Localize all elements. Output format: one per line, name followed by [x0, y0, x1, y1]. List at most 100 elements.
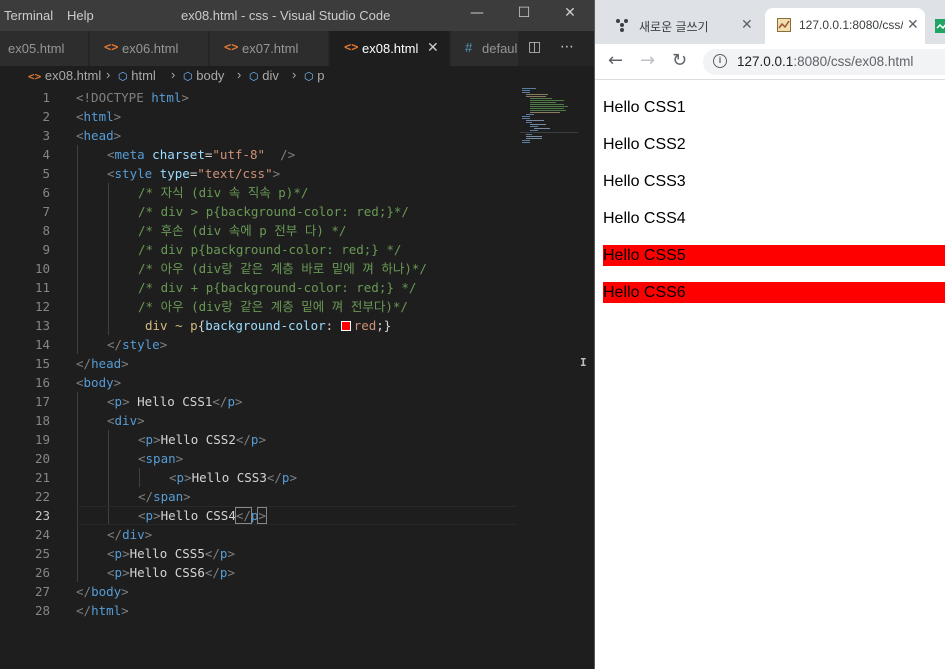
minimize-button[interactable]: —	[466, 5, 488, 25]
symbol-icon: ⬡	[304, 71, 314, 83]
breadcrumb-label: ex08.html	[44, 68, 102, 83]
chevron-right-icon: ›	[292, 67, 297, 82]
breadcrumb-file[interactable]: <> ex08.html	[28, 68, 101, 83]
site-favicon-icon	[615, 18, 629, 32]
breadcrumb-body[interactable]: ⬡ body	[183, 68, 224, 83]
code-line: 13 div ~ p{background-color: red;}	[0, 316, 520, 335]
browser-tab-label: 127.0.0.1:8080/css/	[799, 18, 903, 32]
line-number: 14	[34, 337, 50, 352]
code-line-current: 23 <p>Hello CSS4</p>	[0, 506, 520, 525]
tab-ex08[interactable]: <> ex08.html ✕	[330, 31, 450, 66]
back-arrow-icon[interactable]: ←	[608, 50, 623, 71]
line-number: 20	[34, 451, 50, 466]
window-title: ex08.html - css - Visual Studio Code	[181, 8, 391, 23]
more-actions-icon[interactable]: ⋯	[560, 39, 574, 55]
breadcrumb-div[interactable]: ⬡ div	[249, 68, 279, 83]
text-cursor-icon: I	[580, 356, 587, 369]
code-line: 6/* 자식 (div 속 직속 p)*/	[0, 183, 520, 202]
paragraph-css6-highlighted: Hello CSS6	[603, 282, 945, 303]
browser-tab-new-post[interactable]: 새로운 글쓰기 ✕	[603, 8, 763, 44]
breadcrumb-p[interactable]: ⬡ p	[304, 68, 324, 83]
editor-scrollbar[interactable]	[579, 88, 594, 669]
breadcrumb-html[interactable]: ⬡ html	[118, 68, 156, 83]
code-line: 24 </div>	[0, 525, 520, 544]
minimap[interactable]	[520, 88, 580, 148]
tab-label: ex07.html	[242, 41, 299, 56]
line-number: 1	[42, 90, 50, 105]
browser-tab-label: 새로운 글쓰기	[639, 20, 709, 34]
line-number: 26	[34, 565, 50, 580]
chevron-right-icon: ›	[237, 67, 242, 82]
tab-label: ex06.html	[122, 41, 179, 56]
css-hash-icon: #	[465, 40, 473, 55]
line-number: 8	[42, 223, 50, 238]
editor-tabbar: ex05.html <> ex06.html <> ex07.html <> e…	[0, 31, 594, 66]
url-text[interactable]: 127.0.0.1:8080/css/ex08.html	[737, 54, 913, 69]
line-number: 5	[42, 166, 50, 181]
line-number: 22	[34, 489, 50, 504]
tab-favicon-icon[interactable]	[935, 18, 945, 33]
line-number: 25	[34, 546, 50, 561]
code-line: 22 </span>	[0, 487, 520, 506]
code-line: 7/* div > p{background-color: red;}*/	[0, 202, 520, 221]
address-bar[interactable]: i 127.0.0.1:8080/css/ex08.html	[703, 49, 945, 75]
line-number: 18	[34, 413, 50, 428]
paragraph-css3: Hello CSS3	[603, 173, 686, 190]
tab-close-icon[interactable]: ✕	[907, 16, 919, 33]
browser-window: 새로운 글쓰기 ✕ 127.0.0.1:8080/css/ ✕ ← → ↻ i …	[594, 0, 945, 669]
code-line: 17 <p> Hello CSS1</p>	[0, 392, 520, 411]
split-editor-icon[interactable]: ◫	[528, 39, 541, 55]
code-line: 25 <p>Hello CSS5</p>	[0, 544, 520, 563]
line-number: 7	[42, 204, 50, 219]
line-number: 23	[34, 508, 50, 523]
menu-help[interactable]: Help	[67, 8, 94, 23]
code-line: 1 <!DOCTYPE html>	[0, 88, 520, 107]
breadcrumb: <> ex08.html › ⬡ html › ⬡ body › ⬡ div ›…	[0, 66, 594, 88]
menu-terminal[interactable]: Terminal	[4, 8, 53, 23]
tab-label: defaul	[482, 41, 518, 56]
code-line: 8/* 후손 (div 속에 p 전부 다) */	[0, 221, 520, 240]
symbol-icon: ⬡	[249, 71, 259, 83]
browser-tab-active[interactable]: 127.0.0.1:8080/css/ ✕	[765, 8, 925, 44]
close-button[interactable]: ✕	[559, 5, 581, 25]
line-number: 2	[42, 109, 50, 124]
chevron-right-icon: ›	[171, 67, 176, 82]
paragraph-css5-highlighted: Hello CSS5	[603, 245, 945, 266]
page-content: Hello CSS1 Hello CSS2 Hello CSS3 Hello C…	[595, 81, 945, 669]
forward-arrow-icon[interactable]: →	[640, 50, 655, 71]
tab-default-css[interactable]: # defaul	[451, 31, 519, 66]
line-number: 13	[34, 318, 50, 333]
line-number: 9	[42, 242, 50, 257]
code-line: 12/* 아우 (div랑 같은 계층 밑에 껴 전부다)*/	[0, 297, 520, 316]
color-swatch-icon[interactable]	[340, 321, 351, 331]
tab-label: ex08.html	[362, 41, 419, 56]
code-line: 10/* 아우 (div랑 같은 계층 바로 밑에 껴 하나)*/	[0, 259, 520, 278]
code-editor[interactable]: 1 <!DOCTYPE html> 2 <html> 3 <head> 4 <meta …	[0, 88, 520, 669]
tab-close-icon[interactable]: ✕	[741, 16, 753, 33]
code-line: 27 </body>	[0, 582, 520, 601]
line-number: 12	[34, 299, 50, 314]
line-number: 24	[34, 527, 50, 542]
tab-ex06[interactable]: <> ex06.html	[90, 31, 209, 66]
tab-close-icon[interactable]: ✕	[427, 39, 439, 56]
code-line: 14 </style>	[0, 335, 520, 354]
page-favicon-icon	[777, 18, 791, 32]
browser-tabbar: 새로운 글쓰기 ✕ 127.0.0.1:8080/css/ ✕	[595, 0, 945, 44]
symbol-icon: ⬡	[183, 71, 193, 83]
code-line: 16 <body>	[0, 373, 520, 392]
code-line: 21 <p>Hello CSS3</p>	[0, 468, 520, 487]
code-line: 28 </html>	[0, 601, 520, 620]
paragraph-css2: Hello CSS2	[603, 136, 686, 153]
line-number: 10	[34, 261, 50, 276]
code-line: 11/* div + p{background-color: red;} */	[0, 278, 520, 297]
url-host: 127.0.0.1	[737, 54, 794, 69]
info-icon[interactable]: i	[713, 54, 727, 68]
html-file-icon: <>	[104, 40, 119, 54]
reload-icon[interactable]: ↻	[672, 50, 687, 71]
line-number: 11	[34, 280, 50, 295]
maximize-button[interactable]: ☐	[513, 5, 535, 25]
tab-ex05[interactable]: ex05.html	[0, 31, 89, 66]
browser-toolbar: ← → ↻ i 127.0.0.1:8080/css/ex08.html	[595, 44, 945, 80]
html-file-icon: <>	[224, 40, 239, 54]
tab-ex07[interactable]: <> ex07.html	[210, 31, 329, 66]
